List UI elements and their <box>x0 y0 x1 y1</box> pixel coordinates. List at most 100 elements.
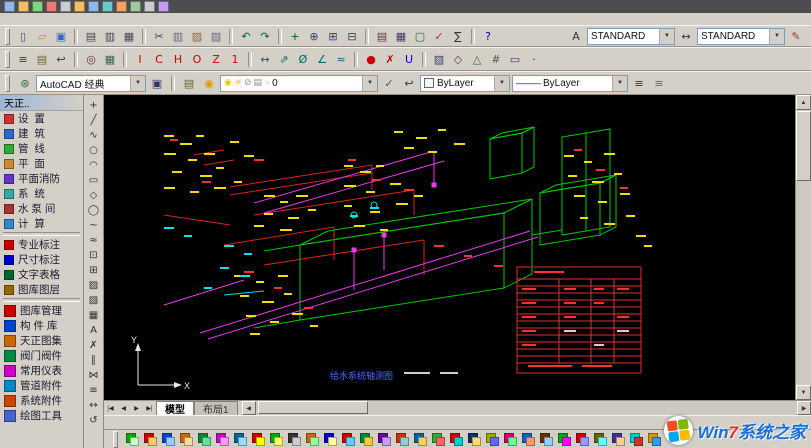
workspace-settings[interactable]: ⊛ <box>16 74 34 92</box>
cad-bottom-tool-13[interactable] <box>339 431 356 447</box>
tab-model[interactable]: 模型 <box>156 401 194 416</box>
color-combo[interactable]: ByLayer▼ <box>420 75 510 92</box>
save-workspace[interactable]: ▣ <box>148 74 166 92</box>
tab-nav-first[interactable]: |◀ <box>104 402 117 415</box>
pan[interactable]: + <box>286 27 304 45</box>
dim-angular[interactable]: ∠ <box>313 50 331 68</box>
cad-bottom-tool-3[interactable] <box>159 431 176 447</box>
gradient-tool[interactable]: ▧ <box>85 293 102 308</box>
linetype-combo[interactable]: ———ByLayer▼ <box>512 75 628 92</box>
layer-properties-manager[interactable]: ≡ <box>14 50 32 68</box>
cad-bottom-tool-27[interactable] <box>591 431 608 447</box>
quick-icon-9[interactable] <box>116 1 127 12</box>
block-tool[interactable]: ▭ <box>506 50 524 68</box>
tab-layout1[interactable]: 布局1 <box>194 401 238 416</box>
quick-icon-11[interactable] <box>144 1 155 12</box>
sidebar-item-xi-tong[interactable]: 系 统 <box>0 186 83 201</box>
ellipse-tool[interactable]: ◯ <box>85 203 102 218</box>
quick-icon-12[interactable] <box>158 1 169 12</box>
hatch-tool[interactable]: ▨ <box>430 50 448 68</box>
scroll-down-button[interactable]: ▼ <box>796 385 811 400</box>
layer-combo-arrow[interactable]: ▼ <box>362 76 377 91</box>
dim-style-combo[interactable]: STANDARD▼ <box>697 28 785 45</box>
quick-icon-5[interactable] <box>60 1 71 12</box>
tz-text-z[interactable]: Z <box>207 50 225 68</box>
rectangle-tool[interactable]: ▭ <box>85 173 102 188</box>
cad-bottom-tool-17[interactable] <box>411 431 428 447</box>
sidebar-title[interactable]: 天正.. <box>0 95 83 111</box>
sidebar-item-tu-ku-guan-li[interactable]: 图库管理 <box>0 303 83 318</box>
cad-bottom-tool-10[interactable] <box>285 431 302 447</box>
copy[interactable]: ▥ <box>169 27 187 45</box>
linetype-combo-arrow[interactable]: ▼ <box>612 76 627 91</box>
quick-icon-8[interactable] <box>102 1 113 12</box>
cad-bottom-tool-29[interactable] <box>627 431 644 447</box>
offset-tool[interactable]: ≡ <box>85 383 102 398</box>
paste[interactable]: ▧ <box>188 27 206 45</box>
make-object-layer-current[interactable]: ◎ <box>82 50 100 68</box>
layer-previous[interactable]: ↩ <box>52 50 70 68</box>
cad-bottom-tool-7[interactable] <box>231 431 248 447</box>
sidebar-item-fa-men-fa-jian[interactable]: 阀门阀件 <box>0 348 83 363</box>
polyline-tool[interactable]: ∿ <box>85 128 102 143</box>
vertical-scrollbar[interactable]: ▲ ▼ <box>795 95 811 400</box>
cad-bottom-tool-12[interactable] <box>321 431 338 447</box>
mirror-tool[interactable]: ⋈ <box>85 368 102 383</box>
plot[interactable]: ▤ <box>82 27 100 45</box>
cad-bottom-tool-26[interactable] <box>573 431 590 447</box>
cad-bottom-tool-11[interactable] <box>303 431 320 447</box>
cad-bottom-tool-20[interactable] <box>465 431 482 447</box>
toolbar-grip[interactable] <box>5 75 10 92</box>
layer-on-off[interactable]: ◉ <box>200 74 218 92</box>
cad-bottom-tool-8[interactable] <box>249 431 266 447</box>
make-block-tool[interactable]: ⊞ <box>85 263 102 278</box>
copy-tool[interactable]: ∥ <box>85 353 102 368</box>
zoom-window[interactable]: ⊞ <box>324 27 342 45</box>
tz-text-c[interactable]: C <box>150 50 168 68</box>
publish[interactable]: ▦ <box>120 27 138 45</box>
tz-text-1[interactable]: 1 <box>226 50 244 68</box>
hatch-tool[interactable]: ▨ <box>85 278 102 293</box>
cad-bottom-tool-21[interactable] <box>483 431 500 447</box>
layer-walk[interactable]: ▦ <box>101 50 119 68</box>
cad-bottom-tool-24[interactable] <box>537 431 554 447</box>
cad-bottom-tool-23[interactable] <box>519 431 536 447</box>
arc-tool[interactable]: ◠ <box>85 158 102 173</box>
undo[interactable]: ↶ <box>237 27 255 45</box>
region-tool[interactable]: ◇ <box>449 50 467 68</box>
point-tool[interactable]: · <box>525 50 543 68</box>
cad-bottom-tool-30[interactable] <box>645 431 662 447</box>
scroll-up-button[interactable]: ▲ <box>796 95 811 110</box>
cad-bottom-tool-22[interactable] <box>501 431 518 447</box>
vertical-scroll-thumb[interactable] <box>796 111 811 181</box>
dim-style-combo-arrow[interactable]: ▼ <box>769 29 784 44</box>
cad-bottom-tool-14[interactable] <box>357 431 374 447</box>
sidebar-item-guan-xian[interactable]: 管 线 <box>0 141 83 156</box>
text-style-combo[interactable]: STANDARD▼ <box>587 28 675 45</box>
rotate-tool[interactable]: ↺ <box>85 413 102 428</box>
sidebar-item-tian-zheng-tu-ji[interactable]: 天正图集 <box>0 333 83 348</box>
quick-icon-1[interactable] <box>4 1 15 12</box>
tab-nav-last[interactable]: ▶| <box>143 402 156 415</box>
horizontal-scroll-track[interactable] <box>256 401 797 415</box>
polygon-tool[interactable]: ◇ <box>85 188 102 203</box>
designcenter[interactable]: ▦ <box>392 27 410 45</box>
scroll-right-button[interactable]: ▶ <box>797 401 811 415</box>
dim-linear[interactable]: ↔ <box>256 50 274 68</box>
erase-tool[interactable]: ✗ <box>85 338 102 353</box>
red-marker-tool[interactable]: ● <box>362 50 380 68</box>
quick-icon-10[interactable] <box>130 1 141 12</box>
sidebar-item-zhuan-ye-biao-zhu[interactable]: 专业标注 <box>0 237 83 252</box>
text-tool[interactable]: A <box>85 323 102 338</box>
tz-text-i[interactable]: I <box>131 50 149 68</box>
sidebar-item-xi-tong-fu-jian[interactable]: 系统附件 <box>0 393 83 408</box>
circle-tool[interactable]: ○ <box>85 143 102 158</box>
tz-text-o[interactable]: O <box>188 50 206 68</box>
cad-bottom-tool-5[interactable] <box>195 431 212 447</box>
cad-bottom-tool-19[interactable] <box>447 431 464 447</box>
select-tool[interactable]: + <box>85 98 102 113</box>
toolbar-grip[interactable] <box>5 51 10 68</box>
plot-preview[interactable]: ▥ <box>101 27 119 45</box>
line-tool[interactable]: ╱ <box>85 113 102 128</box>
text-style-manager[interactable]: A <box>567 27 585 45</box>
